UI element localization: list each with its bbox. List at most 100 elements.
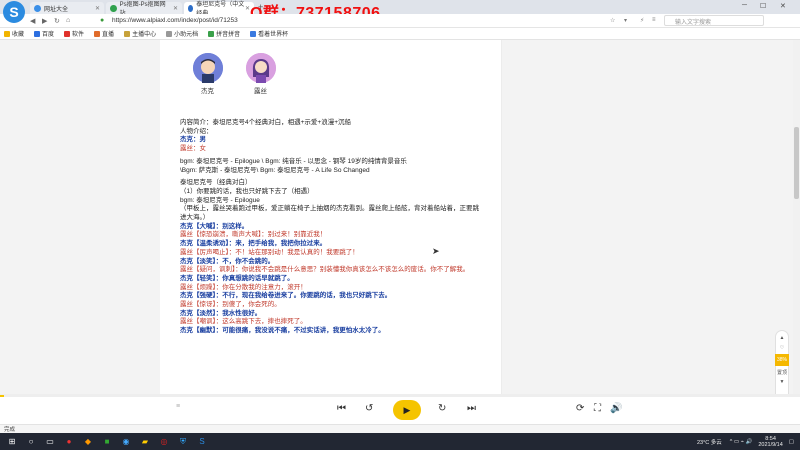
tab-3[interactable]: 泰坦尼克号（中文经典... ✕ <box>184 2 254 17</box>
tray-icons[interactable]: ^ ▭ ⌁ 🔊 <box>730 439 753 445</box>
back-to-top-label[interactable]: 置顶 <box>777 369 787 376</box>
tab-1[interactable]: 网址大全 ✕ <box>30 2 104 14</box>
vertical-scrollbar[interactable] <box>793 40 800 394</box>
article-line: 内容简介：泰坦尼克号4个经典对白，相遇+示爱+浪漫+沉船 <box>180 119 352 126</box>
article-line: 露丝【疑问，讽刺】：你说我不会跳是什么意思？别装懂我你真该怎么不该怎么的废话。你… <box>180 266 470 274</box>
scrollbar-thumb[interactable] <box>794 127 799 199</box>
article-line: 杰克【强硬】：不行，现在我给卷进来了。你要跳的话，我也只好跳下去。 <box>180 292 392 300</box>
bookmark-item[interactable]: 主播中心 <box>124 29 156 38</box>
previous-icon[interactable]: ⏮ <box>337 403 346 414</box>
article-line: 露丝：女 <box>180 145 206 153</box>
bookmarks-bar: 收藏 百度 软件 直播 主播中心 小助元档 拼音拼音 看着世界杯 <box>0 28 800 40</box>
app-icon[interactable]: ◉ <box>119 436 133 448</box>
search-input[interactable]: 输入文字搜索 <box>664 15 764 26</box>
fullscreen-icon[interactable]: ⛶ <box>594 403 601 414</box>
avatar <box>246 53 276 83</box>
tab-2[interactable]: Ps抠图-Ps抠图网站... ✕ <box>106 2 182 17</box>
taskbar: ⊞ ○ ▭ ● ◆ ■ ◉ ▰ ◎ ⛨ S 23°C 多云 ^ ▭ ⌁ 🔊 8:… <box>0 433 800 450</box>
browser-icon[interactable]: S <box>195 436 209 448</box>
close-window-icon[interactable]: ✕ <box>780 2 786 10</box>
article-line: 杰克【淡笑】：不，你不会跳的。 <box>180 257 275 265</box>
article-line: 杰克【轻笑】：你真想跳的话早就跳了。 <box>180 274 294 282</box>
shield-icon[interactable]: ⛨ <box>176 436 190 448</box>
system-tray: 23°C 多云 ^ ▭ ⌁ 🔊 8:54 2021/9/14 ▢ <box>697 433 794 450</box>
volume-icon[interactable]: 🔊 <box>610 403 622 414</box>
live-icon <box>94 30 101 37</box>
reload-icon[interactable]: ↻ <box>54 17 60 25</box>
play-icon: ▶ <box>403 404 411 415</box>
site-icon <box>188 4 194 12</box>
playlist-icon[interactable]: ≡ <box>176 403 180 410</box>
article-line: 杰克【幽默】：可能很痛，我没说不痛，不过实话讲，我更怕水太冷了。 <box>180 327 385 335</box>
bookmark-item[interactable]: 小助元档 <box>166 29 198 38</box>
lock-icon: ● <box>100 17 105 24</box>
app-icon[interactable]: ■ <box>100 436 114 448</box>
next-icon[interactable]: ⏭ <box>467 403 476 414</box>
bookmark-item[interactable]: 直播 <box>94 29 114 38</box>
article-line: 杰克：男 <box>180 136 206 144</box>
character-name: 杰克 <box>201 88 214 95</box>
bookmark-item[interactable]: 收藏 <box>4 29 24 38</box>
bookmark-star-icon[interactable]: ☆ <box>610 17 615 24</box>
play-button[interactable]: ▶ <box>393 400 421 420</box>
home-icon[interactable]: ⌂ <box>66 17 70 24</box>
article-line: bgm: 泰坦尼克号 - Epilogue \ Bgm: 纯音乐 - 以思念 -… <box>180 157 407 165</box>
arrow-up-icon[interactable]: ▲ <box>780 335 785 341</box>
browser-logo[interactable]: S <box>3 1 25 23</box>
article-line: （1）你要跳的话，我也只好跳下去了（相遇） <box>180 187 314 195</box>
tab-1-label: 网址大全 <box>44 6 69 13</box>
bookmark-item[interactable]: 百度 <box>34 29 54 38</box>
mouse-cursor-icon: ➤ <box>432 246 440 256</box>
bookmark-item[interactable]: 看着世界杯 <box>250 29 288 38</box>
article-line: 露丝【惊恐崩溃，嘶声大喊】：别过来！别靠近我！ <box>180 231 327 239</box>
article-line: 露丝【嘲讽】：这么高跳下去，摔也摔死了。 <box>180 318 307 326</box>
maximize-icon[interactable]: ☐ <box>760 2 766 10</box>
minimize-icon[interactable]: ─ <box>742 2 747 9</box>
progress-bar[interactable] <box>0 395 800 397</box>
page-icon <box>250 30 257 37</box>
close-icon[interactable]: ✕ <box>173 5 178 12</box>
status-bar: 完成 <box>0 424 800 433</box>
forward-icon[interactable]: ↻ <box>438 403 446 414</box>
article-line: 人物介绍： <box>180 127 213 135</box>
page-content: 杰克 露丝 内容简介：泰坦尼克号4个经典对白，相遇+示爱+浪漫+沉船 人物介绍：杰… <box>0 40 800 394</box>
app-icon[interactable]: ● <box>62 436 76 448</box>
article-line: （甲板上，露丝哭着跑过甲板，爱正躺在椅子上抽烟的杰克看到。露丝爬上船舷，背对着船… <box>180 205 479 222</box>
app-icon[interactable]: ◆ <box>81 436 95 448</box>
rewind-icon[interactable]: ↺ <box>365 403 373 414</box>
side-widget: ▲ ♡ 38% 置顶 ▼ <box>775 330 789 404</box>
site-icon <box>110 4 117 12</box>
forward-icon[interactable]: ▶ <box>42 17 47 25</box>
extension-icon[interactable]: ⚡ <box>640 17 644 24</box>
menu-icon[interactable]: ≡ <box>652 17 656 23</box>
page-icon <box>166 30 173 37</box>
loop-icon[interactable]: ⟳ <box>576 403 584 414</box>
avatar <box>193 53 223 83</box>
article-line: 泰坦尼克号（经典对白） <box>180 179 252 187</box>
article: 杰克 露丝 内容简介：泰坦尼克号4个经典对白，相遇+示爱+浪漫+沉船 人物介绍：杰… <box>160 40 502 394</box>
app-icon[interactable]: ◎ <box>157 436 171 448</box>
clock[interactable]: 8:54 2021/9/14 <box>758 436 782 448</box>
star-icon <box>4 30 10 37</box>
folder-icon[interactable]: ▰ <box>138 436 152 448</box>
software-icon <box>64 30 71 37</box>
dropdown-icon[interactable]: ▾ <box>624 17 627 24</box>
arrow-down-icon[interactable]: ▼ <box>780 379 785 385</box>
character-name: 露丝 <box>254 88 267 95</box>
url-field[interactable]: https://www.alpiaxl.com/index/post/id/71… <box>112 17 238 24</box>
bookmark-item[interactable]: 软件 <box>64 29 84 38</box>
back-icon[interactable]: ◀ <box>30 17 35 25</box>
weather-text[interactable]: 23°C 多云 <box>697 438 722 446</box>
article-line: \Bgm: 萨克斯 - 泰坦尼克号\ Bgm: 泰坦尼克号 - A Life S… <box>180 166 370 174</box>
search-icon[interactable]: ○ <box>24 436 38 448</box>
anchor-icon <box>124 30 131 37</box>
task-view-icon[interactable]: ▭ <box>43 436 57 448</box>
site-icon <box>34 4 41 12</box>
heart-icon[interactable]: ♡ <box>780 345 784 351</box>
bookmark-item[interactable]: 拼音拼音 <box>208 29 240 38</box>
close-icon[interactable]: ✕ <box>95 5 100 12</box>
article-line: 露丝【惊讶】：别傻了，你会死的。 <box>180 301 281 309</box>
page-icon <box>208 30 215 37</box>
windows-start-icon[interactable]: ⊞ <box>5 436 19 448</box>
notification-icon[interactable]: ▢ <box>789 439 794 445</box>
